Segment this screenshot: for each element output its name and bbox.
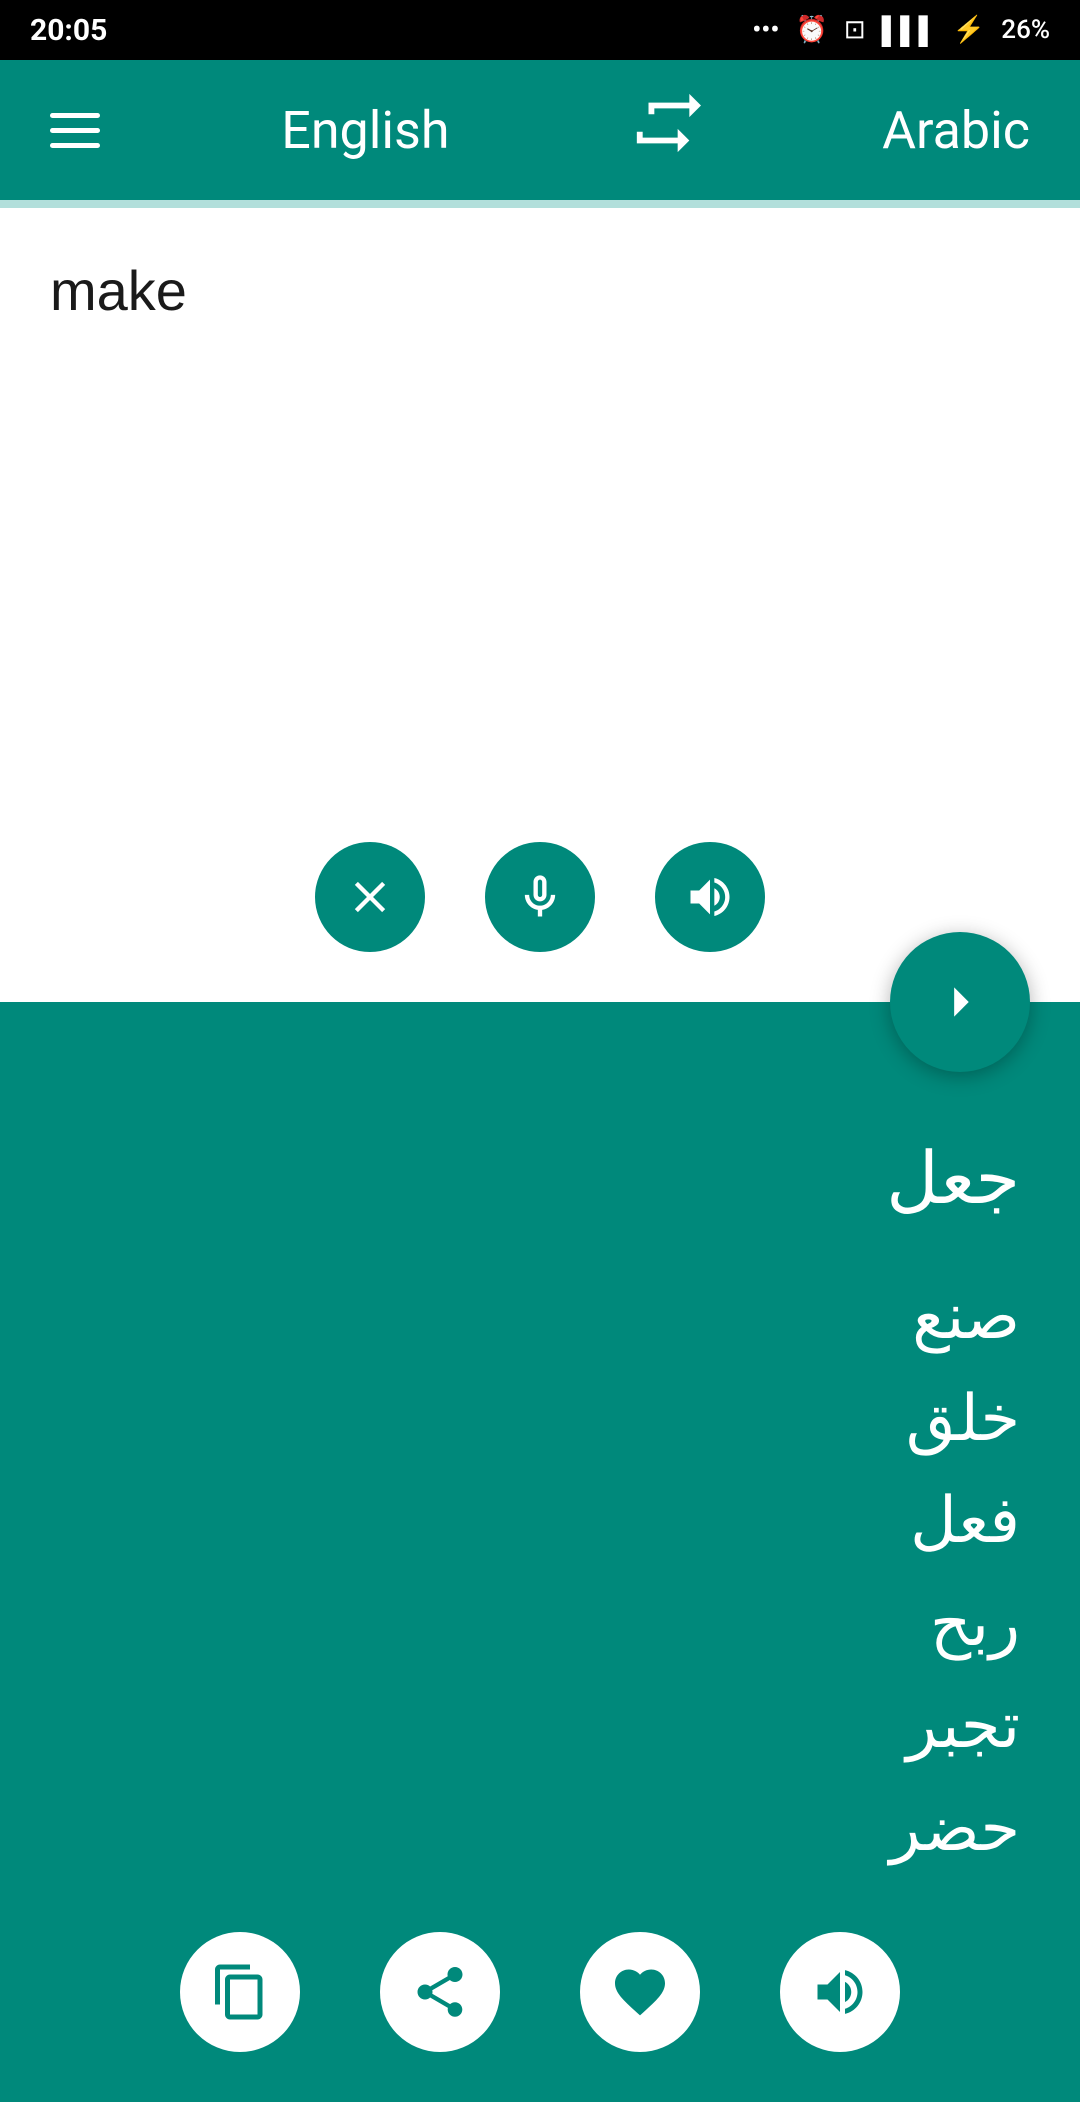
source-language[interactable]: English [281, 100, 449, 161]
source-text-input[interactable]: make [0, 208, 1080, 808]
swap-languages-button[interactable] [631, 88, 701, 173]
copy-button[interactable] [180, 1932, 300, 2052]
output-controls-bar [0, 1932, 1080, 2052]
status-battery: 26% [1001, 15, 1050, 45]
input-container: make [0, 208, 1080, 1002]
main-translation: جعل [886, 1132, 1020, 1226]
status-sim: ⊡ [844, 15, 866, 45]
clear-button[interactable] [315, 842, 425, 952]
output-section: جعل صنعخلقفعلربحتجبرحضر [0, 1002, 1080, 2102]
section-divider [0, 200, 1080, 208]
status-dots: ••• [752, 15, 779, 45]
top-bar: English Arabic [0, 60, 1080, 200]
share-button[interactable] [380, 1932, 500, 2052]
favorite-button[interactable] [580, 1932, 700, 2052]
alternative-translations: صنعخلقفعلربحتجبرحضر [890, 1266, 1020, 1880]
status-signal: ▌▌▌ [882, 15, 937, 46]
status-bar: 20:05 ••• ⏰ ⊡ ▌▌▌ ⚡ 26% [0, 0, 1080, 60]
status-alarm: ⏰ [795, 15, 827, 45]
translate-button[interactable] [890, 932, 1030, 1072]
target-language[interactable]: Arabic [882, 100, 1030, 161]
status-time: 20:05 [30, 13, 107, 48]
speaker-output-button[interactable] [780, 1932, 900, 2052]
menu-button[interactable] [50, 113, 100, 148]
status-icons: ••• ⏰ ⊡ ▌▌▌ ⚡ 26% [752, 15, 1050, 46]
microphone-button[interactable] [485, 842, 595, 952]
speaker-source-button[interactable] [655, 842, 765, 952]
status-charge: ⚡ [953, 15, 985, 45]
input-section: make [0, 208, 1080, 1002]
